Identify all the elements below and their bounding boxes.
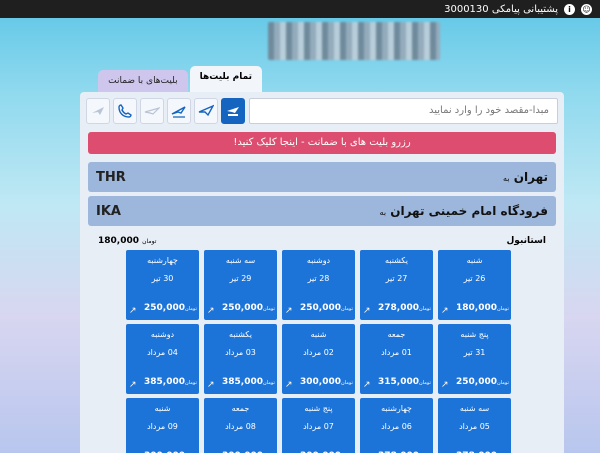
arrow-icon: ↗: [441, 306, 449, 316]
airline-name: استانبول: [506, 236, 547, 246]
route-destination: فرودگاه امام خمینی تهران به: [379, 204, 548, 218]
info-icon[interactable]: i: [564, 3, 575, 15]
card-date: 02 مرداد: [303, 348, 334, 357]
arrow-icon: ↗: [285, 306, 293, 316]
route-destination: تهران به: [503, 170, 548, 184]
card-date: 03 مرداد: [225, 348, 256, 357]
card-price: 300,000تومان: [300, 377, 353, 387]
date-card[interactable]: پنج شنبه 31 تیر 250,000تومان ↗: [438, 324, 511, 394]
card-day: جمعه: [231, 404, 250, 413]
user-icon[interactable]: ☺: [581, 3, 592, 15]
card-day: سه شنبه: [459, 404, 490, 413]
date-card[interactable]: یکشنبه 03 مرداد 385,000تومان ↗: [204, 324, 277, 394]
date-card[interactable]: شنبه09 مرداد300,000تومان↗: [126, 398, 199, 453]
arrow-icon: ↗: [441, 380, 449, 390]
grid-row: شنبه 26 تیر 180,000تومان ↗ یکشنبه 27 تیر 278,0…: [126, 250, 511, 320]
card-date: 07 مرداد: [303, 422, 334, 431]
origin-destination-input[interactable]: مبدا-مقصد خود را وارد نمایید: [249, 98, 558, 124]
card-day: پنج شنبه: [304, 404, 333, 413]
date-card[interactable]: پنج شنبه07 مرداد300,000تومان↗: [282, 398, 355, 453]
card-price: 250,000تومان: [456, 377, 509, 387]
card-day: دوشنبه: [150, 330, 175, 339]
card-day: یکشنبه: [385, 256, 408, 265]
date-card[interactable]: چهارشنبه 30 تیر 250,000تومان ↗: [126, 250, 199, 320]
plane-faded-icon[interactable]: [86, 98, 110, 124]
grid-row: پنج شنبه 31 تیر 250,000تومان ↗ جمعه 01 مرداد 3…: [126, 324, 511, 394]
plane-takeoff-icon[interactable]: [167, 98, 191, 124]
grid-row: سه شنبه05 مرداد378,000تومان↗چهارشنبه06 م…: [126, 398, 511, 453]
date-card[interactable]: دوشنبه 04 مرداد 385,000تومان ↗: [126, 324, 199, 394]
arrow-icon: ↗: [285, 380, 293, 390]
arrow-icon: ↗: [363, 380, 371, 390]
flight-ticket-icon[interactable]: [221, 98, 245, 124]
date-card[interactable]: شنبه 02 مرداد 300,000تومان ↗: [282, 324, 355, 394]
airline-row: تومان 180,000 استانبول: [98, 236, 546, 250]
card-date: 26 تیر: [463, 274, 486, 283]
card-date: 29 تیر: [229, 274, 252, 283]
date-card[interactable]: یکشنبه 27 تیر 278,000تومان ↗: [360, 250, 433, 320]
route-code: THR: [96, 169, 126, 185]
ticket-tabs: تمام بلیت‌ها بلیت‌های با ضمانت: [96, 66, 262, 94]
arrow-icon: ↗: [207, 380, 215, 390]
arrow-icon: ↗: [129, 306, 137, 316]
service-icons: [86, 98, 245, 124]
card-day: پنج شنبه: [460, 330, 489, 339]
arrow-icon: ↗: [363, 306, 371, 316]
card-price: 250,000تومان: [222, 303, 275, 313]
card-date: 01 مرداد: [381, 348, 412, 357]
arrow-icon: ↗: [129, 380, 137, 390]
route-code: IKA: [96, 203, 121, 219]
card-date: 31 تیر: [463, 348, 486, 357]
search-panel: مبدا-مقصد خود را وارد نمایید رزرو بلیت ه…: [80, 92, 564, 453]
route-bar-ika[interactable]: IKA فرودگاه امام خمینی تهران به: [88, 196, 556, 226]
card-date: 28 تیر: [307, 274, 330, 283]
card-price: 385,000تومان: [222, 377, 275, 387]
plane-outline-icon[interactable]: [140, 98, 164, 124]
card-price: 385,000تومان: [144, 377, 197, 387]
tab-all-tickets[interactable]: تمام بلیت‌ها: [189, 66, 262, 94]
tab-guaranteed-tickets[interactable]: بلیت‌های با ضمانت: [98, 70, 188, 94]
min-price: تومان 180,000: [98, 236, 157, 246]
phone-icon[interactable]: [113, 98, 137, 124]
date-card[interactable]: سه شنبه 29 تیر 250,000تومان ↗: [204, 250, 277, 320]
card-day: چهارشنبه: [147, 256, 178, 265]
date-card[interactable]: دوشنبه 28 تیر 250,000تومان ↗: [282, 250, 355, 320]
guaranteed-promo-banner[interactable]: رزرو بلیت های با ضمانت - اینجا کلیک کنید…: [88, 132, 556, 154]
date-card[interactable]: شنبه 26 تیر 180,000تومان ↗: [438, 250, 511, 320]
card-day: چهارشنبه: [381, 404, 412, 413]
search-row: مبدا-مقصد خود را وارد نمایید: [86, 98, 558, 124]
card-price: 315,000تومان: [378, 377, 431, 387]
card-day: شنبه: [310, 330, 327, 339]
plane-icon[interactable]: [194, 98, 218, 124]
card-date: 09 مرداد: [147, 422, 178, 431]
route-bar-thr[interactable]: THR تهران به: [88, 162, 556, 192]
card-day: یکشنبه: [229, 330, 252, 339]
date-card[interactable]: جمعه 01 مرداد 315,000تومان ↗: [360, 324, 433, 394]
date-card[interactable]: جمعه08 مرداد300,000تومان↗: [204, 398, 277, 453]
date-card[interactable]: سه شنبه05 مرداد378,000تومان↗: [438, 398, 511, 453]
card-price: 278,000تومان: [378, 303, 431, 313]
card-day: دوشنبه: [306, 256, 331, 265]
card-price: 250,000تومان: [144, 303, 197, 313]
card-date: 08 مرداد: [225, 422, 256, 431]
sms-support-label: پشتیبانی پیامکی 3000130: [444, 3, 558, 15]
arrow-icon: ↗: [207, 306, 215, 316]
date-card[interactable]: چهارشنبه06 مرداد378,000تومان↗: [360, 398, 433, 453]
card-date: 05 مرداد: [459, 422, 490, 431]
top-bar: پشتیبانی پیامکی 3000130 i ☺: [0, 0, 600, 18]
card-price: 180,000تومان: [456, 303, 509, 313]
date-price-grid: شنبه 26 تیر 180,000تومان ↗ یکشنبه 27 تیر 278,0…: [126, 250, 511, 453]
card-date: 04 مرداد: [147, 348, 178, 357]
card-price: 250,000تومان: [300, 303, 353, 313]
card-day: شنبه: [466, 256, 483, 265]
card-day: جمعه: [387, 330, 406, 339]
site-logo: [268, 22, 440, 60]
card-day: سه شنبه: [225, 256, 256, 265]
card-date: 27 تیر: [385, 274, 408, 283]
card-day: شنبه: [154, 404, 171, 413]
card-date: 06 مرداد: [381, 422, 412, 431]
card-date: 30 تیر: [151, 274, 174, 283]
